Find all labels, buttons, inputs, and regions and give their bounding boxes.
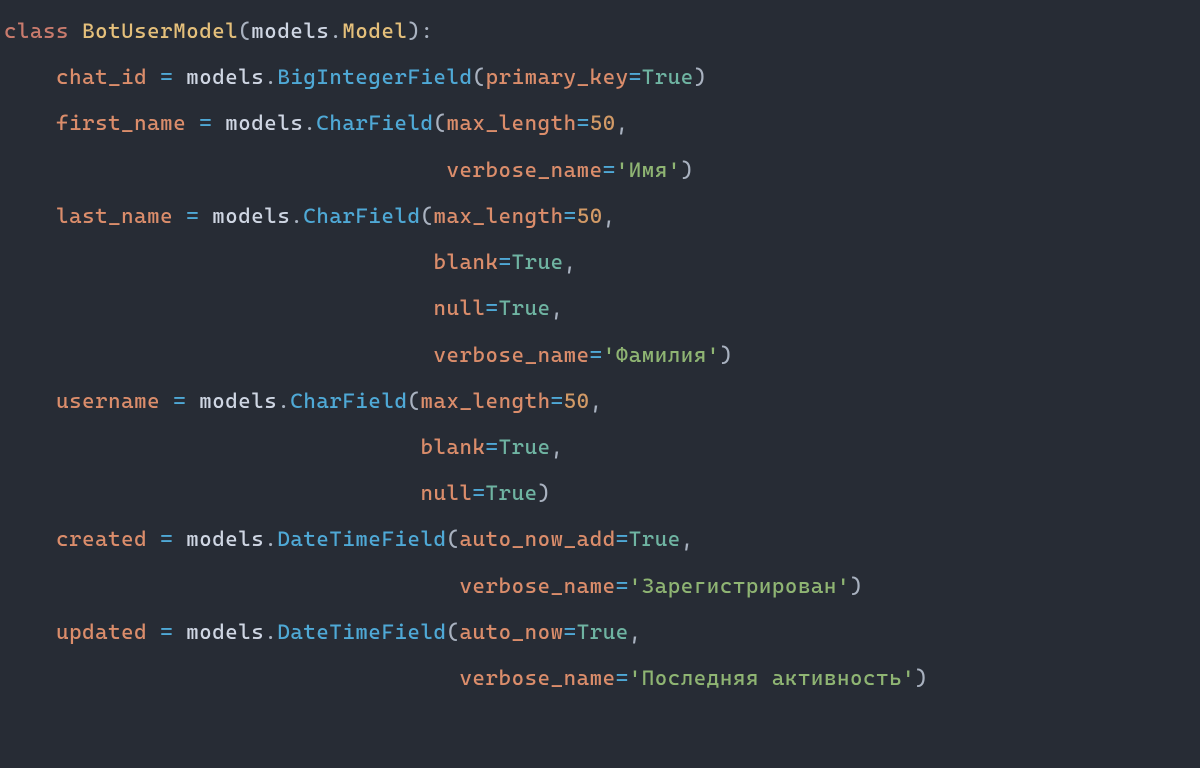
literal-true: True: [512, 249, 564, 274]
field-chat-id: chat_id: [56, 64, 147, 89]
keyword-class: class: [4, 18, 69, 43]
kwarg-max-length: max_length: [421, 388, 551, 413]
literal-string: 'Фамилия': [603, 342, 720, 367]
call-charfield: CharField: [303, 203, 420, 228]
literal-string: 'Последняя активность': [629, 665, 915, 690]
class-name: BotUserModel: [82, 18, 238, 43]
kwarg-primary-key: primary_key: [486, 64, 629, 89]
kwarg-null: null: [433, 295, 485, 320]
kwarg-max-length: max_length: [434, 203, 564, 228]
literal-true: True: [499, 434, 551, 459]
literal-string: 'Зарегистрирован': [629, 573, 850, 598]
call-charfield: CharField: [290, 388, 407, 413]
literal-string: 'Имя': [616, 157, 681, 182]
field-updated: updated: [56, 619, 147, 644]
call-datetimefield: DateTimeField: [277, 526, 446, 551]
field-first-name: first_name: [56, 110, 186, 135]
literal-number: 50: [564, 388, 590, 413]
literal-true: True: [486, 480, 538, 505]
kwarg-verbose-name: verbose_name: [460, 665, 616, 690]
kwarg-verbose-name: verbose_name: [433, 342, 589, 367]
literal-true: True: [642, 64, 694, 89]
literal-true: True: [577, 619, 629, 644]
kwarg-auto-now-add: auto_now_add: [460, 526, 616, 551]
field-username: username: [56, 388, 160, 413]
literal-true: True: [499, 295, 551, 320]
base-class: Model: [342, 18, 407, 43]
kwarg-verbose-name: verbose_name: [460, 573, 616, 598]
literal-number: 50: [577, 203, 603, 228]
kwarg-null: null: [420, 480, 472, 505]
base-module: models: [251, 18, 329, 43]
call-datetimefield: DateTimeField: [277, 619, 446, 644]
literal-number: 50: [590, 110, 616, 135]
kwarg-verbose-name: verbose_name: [447, 157, 603, 182]
field-last-name: last_name: [56, 203, 173, 228]
code-block: class BotUserModel(models.Model): chat_i…: [0, 0, 1200, 709]
kwarg-auto-now: auto_now: [460, 619, 564, 644]
kwarg-blank: blank: [420, 434, 485, 459]
kwarg-blank: blank: [433, 249, 498, 274]
call-bigintegerfield: BigIntegerField: [277, 64, 472, 89]
field-created: created: [56, 526, 147, 551]
literal-true: True: [629, 526, 681, 551]
call-charfield: CharField: [316, 110, 433, 135]
kwarg-max-length: max_length: [447, 110, 577, 135]
